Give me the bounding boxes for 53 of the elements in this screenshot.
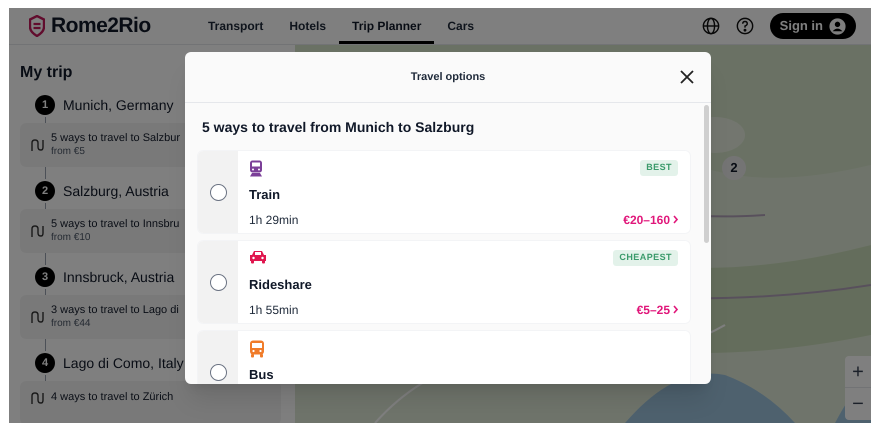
user-icon [829, 18, 846, 34]
stop-number: 3 [35, 267, 55, 287]
route-icon [30, 224, 45, 238]
stop-name[interactable]: Salzburg, Austria [63, 180, 169, 202]
price-link[interactable]: €20–160 [623, 210, 678, 228]
stop-number: 1 [35, 95, 55, 115]
route-icon [30, 391, 45, 405]
modal-title: Travel options [410, 70, 486, 85]
logo-text[interactable]: Rome2Rio [51, 10, 151, 42]
radio-button[interactable] [210, 274, 226, 290]
sign-in-button[interactable]: Sign in [770, 13, 856, 39]
price-link[interactable]: €5–25 [636, 300, 678, 318]
chevron-icon [673, 305, 678, 314]
logo-icon [29, 15, 45, 37]
nav-tab[interactable]: Hotels [276, 8, 340, 44]
option-name: Train [249, 186, 282, 204]
zoom-out-button[interactable]: − [845, 388, 871, 420]
route-text: 4 ways to travel to Zürich [51, 391, 174, 404]
option-badge: BEST [640, 160, 678, 176]
radio-button[interactable] [210, 364, 226, 380]
radio-button[interactable] [210, 184, 226, 200]
option-card[interactable]: Bus [197, 330, 691, 384]
nav-tab[interactable]: Cars [434, 8, 488, 44]
stop-number: 4 [35, 353, 55, 373]
route-text: 5 ways to travel to Salzbur [51, 132, 180, 145]
scrollbar[interactable] [704, 105, 709, 243]
zoom-in-button[interactable]: + [845, 356, 871, 388]
route-card[interactable]: 4 ways to travel to Zürich [20, 381, 281, 423]
sidebar-title: My trip [20, 63, 74, 83]
route-price: from €5 [51, 145, 86, 158]
train-icon [249, 160, 263, 177]
route-price: from €44 [51, 317, 92, 330]
option-name: Rideshare [249, 276, 313, 294]
route-text: 3 ways to travel to Lago di [51, 304, 179, 317]
stop-number: 2 [35, 181, 55, 201]
route-icon [30, 310, 45, 324]
option-card[interactable]: CHEAPEST Rideshare 1h 55min €5–25 [197, 240, 691, 324]
globe-icon[interactable] [702, 17, 720, 35]
help-icon[interactable] [736, 17, 754, 35]
chevron-icon [673, 215, 678, 224]
bus-icon [249, 340, 265, 358]
route-icon [30, 138, 45, 152]
option-card[interactable]: BEST Train 1h 29min €20–160 [197, 150, 691, 234]
option-badge: CHEAPEST [613, 250, 678, 266]
route-text: 5 ways to travel to Innsbru [51, 218, 180, 231]
stop-name[interactable]: Innsbruck, Austria [63, 266, 174, 288]
option-name: Bus [249, 366, 275, 384]
stop-name[interactable]: Munich, Germany [63, 94, 174, 116]
close-button[interactable] [679, 69, 695, 85]
car-icon [249, 250, 267, 264]
route-price: from €10 [51, 231, 92, 244]
stop-name[interactable]: Lago di Como, Italy [63, 352, 184, 374]
nav-tab[interactable]: Transport [195, 8, 276, 44]
